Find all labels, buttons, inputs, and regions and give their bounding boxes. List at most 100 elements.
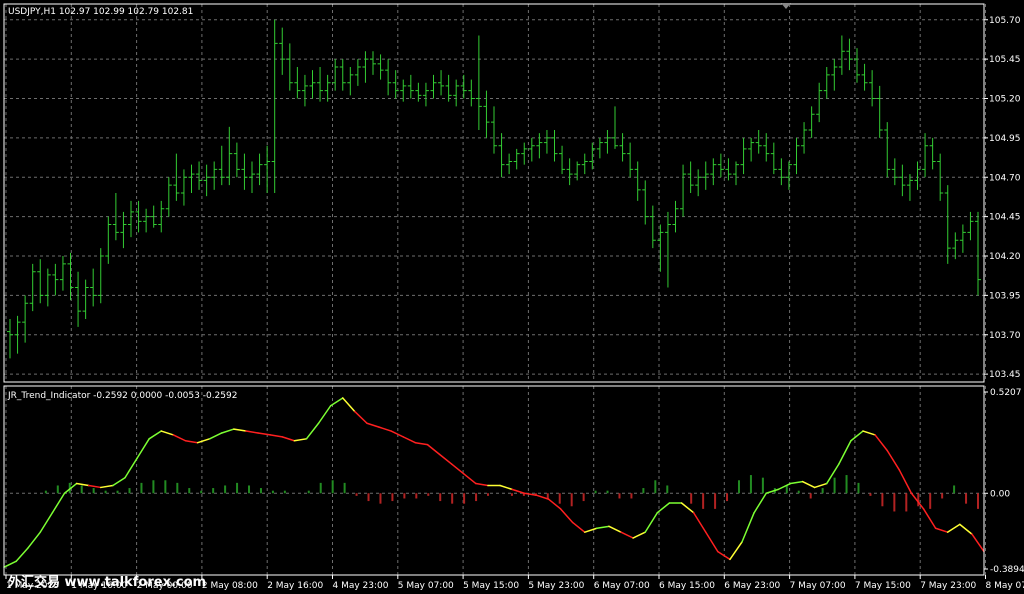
indicator-segment: [112, 476, 126, 487]
indicator-segment: [245, 430, 259, 434]
histogram-bar: [152, 480, 155, 494]
x-tick-label: 5 May 15:00: [463, 581, 519, 591]
ohlc-bar: [975, 211, 981, 296]
ohlc-bar: [536, 133, 543, 159]
ohlc-bar: [339, 59, 346, 91]
indicator-segment: [777, 482, 792, 491]
ohlc-bar: [271, 19, 278, 193]
indicator-segment: [221, 428, 235, 434]
ohlc-bar: [642, 180, 649, 225]
ohlc-bar: [301, 74, 308, 107]
indicator-segment: [971, 533, 985, 553]
indicator-segment: [414, 441, 429, 446]
y-tick-label: 103.95: [989, 291, 1021, 301]
histogram-bar: [845, 475, 848, 494]
indicator-segment: [801, 480, 816, 489]
ohlc-bar: [188, 164, 195, 193]
histogram-bar: [80, 485, 83, 494]
indicator-segment: [535, 494, 550, 500]
indicator-segment: [51, 492, 66, 514]
ohlc-bar: [460, 74, 467, 99]
y-tick-label: 105.45: [989, 55, 1021, 65]
histogram-bar: [929, 493, 932, 509]
ohlc-bar: [740, 137, 747, 175]
ohlc-bar: [846, 38, 853, 71]
histogram-bar: [881, 493, 884, 507]
indicator-segment: [196, 438, 211, 444]
indicator-segment: [390, 430, 405, 438]
ohlc-bar: [264, 145, 271, 193]
histogram-bar: [212, 488, 215, 494]
ohlc-bar: [922, 133, 929, 178]
indicator-segment: [305, 422, 320, 440]
indicator-segment: [620, 531, 634, 539]
histogram-bar: [104, 490, 107, 494]
ohlc-bar: [294, 67, 301, 99]
histogram-bar: [761, 477, 764, 494]
indicator-segment: [838, 440, 852, 465]
ohlc-bar: [29, 263, 36, 312]
indicator-segment: [184, 440, 199, 444]
histogram-bar: [427, 493, 430, 496]
x-tick-label: 8 May 07:00: [986, 581, 1024, 591]
indicator-segment: [317, 405, 332, 425]
histogram-bar: [236, 482, 239, 494]
indicator-segment: [583, 527, 598, 533]
ohlc-bar: [82, 279, 89, 319]
indicator-segment: [378, 426, 392, 432]
x-tick-label: 5 May 23:00: [528, 581, 584, 591]
ohlc-bar: [831, 59, 838, 91]
ohlc-bar: [317, 67, 324, 102]
indicator-segment: [293, 438, 308, 442]
ohlc-bar: [483, 90, 490, 138]
ohlc-bar: [75, 271, 82, 327]
histogram-bar: [917, 493, 920, 507]
ohlc-bar: [861, 63, 868, 91]
ohlc-bar: [929, 137, 936, 170]
ohlc-bar: [241, 153, 248, 190]
indicator-segment: [692, 511, 707, 533]
histogram-bar: [690, 493, 693, 504]
ohlc-bar: [801, 122, 808, 154]
histogram-bar: [714, 493, 717, 509]
ohlc-bar: [14, 315, 21, 354]
indicator-segment: [27, 531, 42, 549]
histogram-bar: [200, 490, 203, 494]
indicator-segment: [874, 434, 888, 452]
histogram-bar: [415, 493, 418, 499]
ohlc-bar: [256, 153, 263, 186]
ohlc-bar: [543, 130, 550, 154]
indicator-segment: [898, 469, 913, 495]
x-tick-label: 7 May 07:00: [790, 581, 846, 591]
ohlc-bar: [226, 126, 233, 186]
histogram-bar: [391, 493, 394, 502]
indicator-segment: [789, 480, 804, 485]
histogram-bar: [737, 480, 740, 494]
histogram-bar: [905, 493, 908, 512]
x-tick-label: 4 May 23:00: [333, 581, 389, 591]
ohlc-bar: [589, 142, 596, 170]
indicator-segment: [959, 523, 973, 535]
main-chart-title: USDJPY,H1 102.97 102.99 102.79 102.81: [8, 7, 193, 17]
histogram-bar: [546, 493, 549, 499]
ohlc-bar: [203, 164, 210, 197]
x-tick-label: 5 May 07:00: [398, 581, 454, 591]
ohlc-bar: [286, 43, 293, 91]
ohlc-bar: [143, 208, 150, 233]
ohlc-bar: [180, 169, 187, 206]
ohlc-bar: [385, 59, 392, 96]
histogram-bar: [319, 482, 322, 494]
ohlc-bar: [44, 268, 51, 307]
histogram-bar: [702, 493, 705, 509]
histogram-bar: [797, 490, 800, 494]
ohlc-bar: [717, 153, 724, 178]
indicator-segment: [765, 488, 780, 495]
indicator-segment: [825, 463, 840, 485]
x-tick-label: 2 May 16:00: [267, 581, 323, 591]
ohlc-bar: [649, 205, 656, 249]
ohlc-bar: [438, 70, 445, 96]
histogram-bar: [439, 493, 442, 502]
ohlc-bar: [710, 158, 717, 186]
ohlc-bar: [581, 153, 588, 175]
ohlc-bar: [778, 158, 785, 186]
